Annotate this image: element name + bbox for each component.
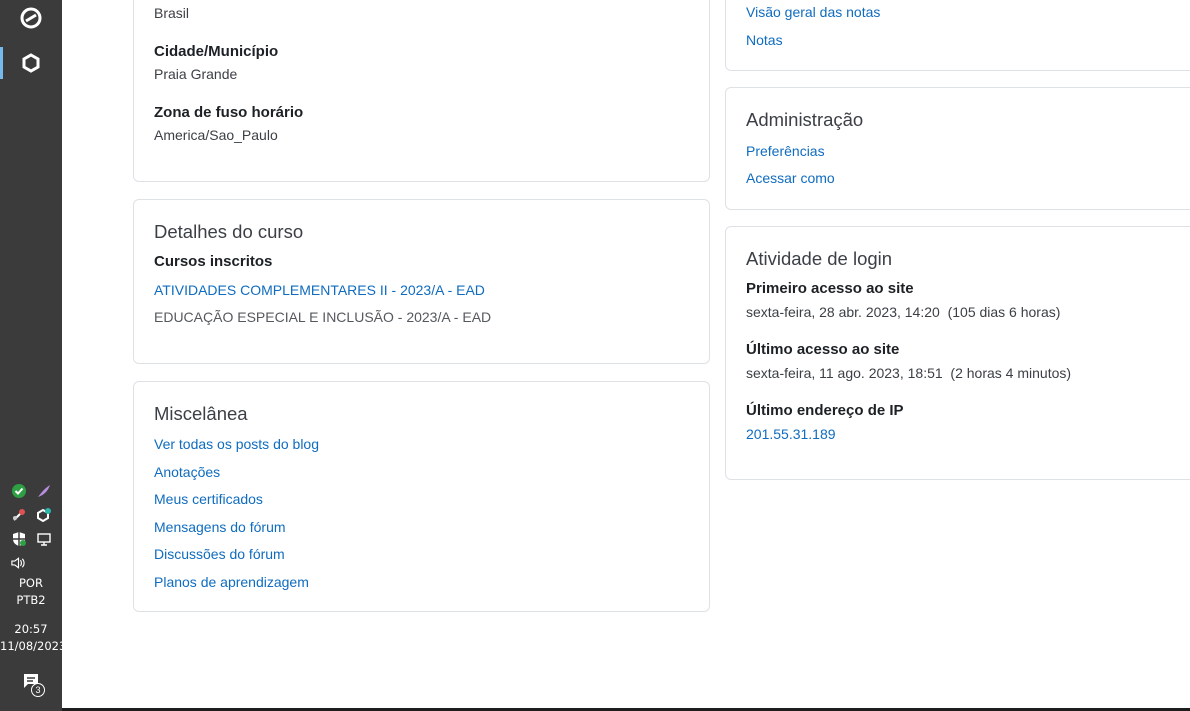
feather-icon[interactable]: [35, 483, 52, 500]
notifications-button[interactable]: 3: [20, 672, 48, 698]
city-label: Cidade/Município: [154, 43, 279, 60]
notification-count-badge: 3: [31, 683, 45, 697]
link-preferences[interactable]: Preferências: [746, 143, 825, 159]
reports-card: Visão geral das notas Notas: [725, 0, 1190, 71]
enrolled-courses-label: Cursos inscritos: [154, 253, 273, 270]
link-blog-posts[interactable]: Ver todas os posts do blog: [154, 436, 319, 452]
link-login-as[interactable]: Acessar como: [746, 170, 835, 186]
timezone-value: America/Sao_Paulo: [154, 127, 278, 143]
first-access-value: sexta-feira, 28 abr. 2023, 14:20 (105 di…: [746, 304, 1061, 320]
course-link-atividades[interactable]: ATIVIDADES COMPLEMENTARES II - 2023/A - …: [154, 282, 485, 298]
last-ip-link[interactable]: 201.55.31.189: [746, 426, 836, 442]
course-link-educacao[interactable]: EDUCAÇÃO ESPECIAL E INCLUSÃO - 2023/A - …: [154, 309, 491, 325]
keyboard-layout-code: PTB2: [16, 593, 46, 607]
last-access-label: Último acesso ao site: [746, 341, 900, 358]
country-value: Brasil: [154, 5, 190, 21]
network-cube-icon[interactable]: [35, 507, 52, 524]
administration-card: Administração Preferências Acessar como: [725, 87, 1190, 210]
windows-taskbar: POR PTB2 20:57 11/08/2023 3: [0, 0, 67, 711]
user-details-card: Brasil Cidade/Município Praia Grande Zon…: [133, 0, 710, 182]
taskbar-app-circle[interactable]: [0, 0, 62, 36]
cube-app-icon: [22, 53, 40, 73]
course-details-card: Detalhes do curso Cursos inscritos ATIVI…: [133, 199, 710, 364]
miscellaneous-title: Miscelânea: [154, 403, 248, 424]
link-grades-overview[interactable]: Visão geral das notas: [746, 4, 880, 20]
first-access-label: Primeiro acesso ao site: [746, 280, 914, 297]
clock-date: 11/08/2023: [0, 639, 67, 653]
last-access-value: sexta-feira, 11 ago. 2023, 18:51 (2 hora…: [746, 365, 1072, 381]
circle-app-icon: [20, 7, 42, 29]
administration-title: Administração: [746, 109, 864, 130]
system-clock[interactable]: 20:57 11/08/2023: [0, 621, 67, 655]
course-details-title: Detalhes do curso: [154, 221, 304, 242]
link-certificates[interactable]: Meus certificados: [154, 491, 263, 507]
login-activity-title: Atividade de login: [746, 248, 893, 269]
monitor-icon[interactable]: [35, 531, 52, 548]
link-forum-posts[interactable]: Mensagens do fórum: [154, 519, 286, 535]
link-grades[interactable]: Notas: [746, 32, 783, 48]
city-value: Praia Grande: [154, 66, 238, 82]
taskbar-app-cube[interactable]: [0, 45, 62, 81]
input-language-indicator[interactable]: POR PTB2: [0, 575, 62, 609]
language-code: POR: [19, 576, 43, 590]
tools-icon[interactable]: [10, 507, 27, 524]
miscellaneous-card: Miscelânea Ver todas os posts do blog An…: [133, 381, 710, 612]
link-forum-discussions[interactable]: Discussões do fórum: [154, 546, 285, 562]
link-notes[interactable]: Anotações: [154, 464, 220, 480]
timezone-label: Zona de fuso horário: [154, 104, 304, 121]
last-ip-label: Último endereço de IP: [746, 402, 904, 419]
link-learning-plans[interactable]: Planos de aprendizagem: [154, 574, 309, 590]
clock-time: 20:57: [14, 622, 48, 636]
defender-shield-icon[interactable]: [10, 531, 27, 548]
login-activity-card: Atividade de login Primeiro acesso ao si…: [725, 226, 1190, 480]
security-check-icon[interactable]: [10, 483, 27, 500]
speaker-icon[interactable]: [10, 555, 27, 572]
